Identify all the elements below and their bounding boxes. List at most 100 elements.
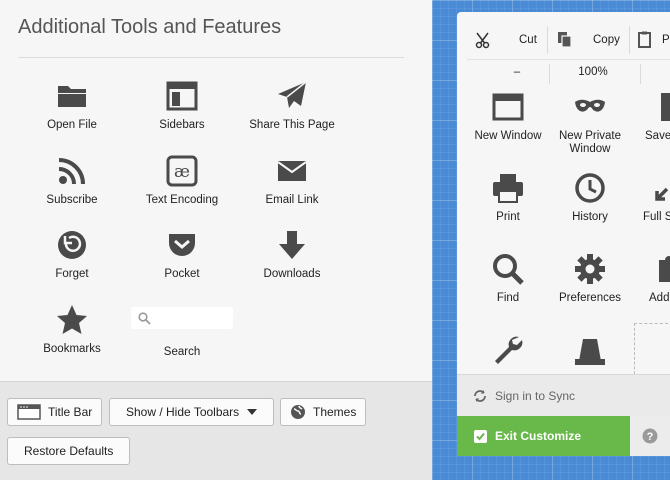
themes-label: Themes (313, 405, 357, 419)
download-arrow-icon (279, 231, 305, 259)
sync-icon (474, 389, 486, 402)
zoom-in-button[interactable]: + (665, 66, 670, 78)
zoom-out-button[interactable]: – (507, 66, 527, 78)
envelope-icon (277, 161, 307, 181)
paste-icon (638, 31, 651, 48)
mask-icon (575, 99, 605, 112)
tool-search[interactable]: Search (131, 307, 233, 358)
zoom-level[interactable]: 100% (573, 66, 613, 78)
customize-left-area: Additional Tools and Features Open File … (0, 0, 432, 480)
copy-label: Copy (593, 34, 620, 46)
panel-new-private-window[interactable]: New Private Window (549, 90, 631, 156)
panel-label: Preferences (558, 292, 621, 304)
sync-row[interactable]: Sign in to Sync (457, 374, 670, 416)
tool-label: Share This Page (249, 119, 335, 131)
tool-label: Sidebars (159, 119, 205, 131)
tool-downloads[interactable]: Downloads (237, 228, 347, 280)
cut-label: Cut (519, 34, 537, 46)
tool-pocket[interactable]: Pocket (127, 228, 237, 280)
tool-bookmarks[interactable]: Bookmarks (17, 303, 127, 355)
search-input[interactable] (155, 309, 229, 327)
dropdown-arrow-icon (247, 409, 258, 415)
tool-label: Downloads (263, 268, 321, 280)
empty-drop-slot (634, 323, 670, 379)
star-icon (57, 305, 87, 334)
panel-label: Find (496, 292, 520, 304)
title-bar-button[interactable]: Title Bar (7, 398, 103, 426)
palette-title: Additional Tools and Features (18, 16, 282, 38)
panel-full-screen[interactable]: Full S (631, 171, 670, 224)
forget-icon (58, 231, 86, 259)
globe-icon (291, 405, 305, 419)
copy-button[interactable]: Copy (557, 28, 620, 52)
tool-open-file[interactable]: Open File (17, 79, 127, 131)
paper-plane-icon (278, 81, 307, 108)
svg-text:æ: æ (174, 162, 190, 182)
hat-icon (575, 339, 605, 365)
tool-subscribe[interactable]: Subscribe (17, 154, 127, 206)
text-encoding-icon: æ (166, 155, 198, 187)
tools-palette: Additional Tools and Features Open File … (0, 0, 432, 381)
restore-defaults-button[interactable]: Restore Defaults (7, 437, 131, 465)
wrench-icon (495, 336, 523, 364)
printer-icon (493, 174, 523, 203)
help-button[interactable]: ? (630, 416, 670, 456)
title-bar-label: Title Bar (48, 405, 93, 419)
magnifier-icon (493, 254, 524, 285)
panel-label: Save (645, 130, 670, 142)
tool-label: Bookmarks (43, 343, 101, 355)
gear-icon (575, 254, 605, 284)
panel-label: New Private Window (559, 130, 621, 155)
search-box[interactable] (131, 307, 233, 329)
tool-label: Subscribe (46, 194, 98, 206)
panel-history[interactable]: History (549, 171, 631, 224)
tool-forget[interactable]: Forget (17, 228, 127, 280)
zoom-controls: – 100% + (467, 60, 670, 88)
window-icon (492, 93, 524, 121)
cut-button[interactable]: Cut (475, 28, 537, 52)
restore-defaults-label: Restore Defaults (24, 444, 114, 458)
exit-customize-button[interactable]: Exit Customize (457, 416, 630, 456)
exit-customize-label: Exit Customize (495, 429, 582, 443)
search-icon (138, 312, 151, 325)
panel-print[interactable]: Print (467, 171, 549, 224)
customize-footer: Title Bar Show / Hide Toolbars Themes Re… (0, 381, 432, 480)
tool-text-encoding[interactable]: æ Text Encoding (127, 154, 237, 206)
panel-new-window[interactable]: New Window (467, 90, 549, 143)
panel-label: Full S (643, 211, 670, 223)
edit-separator (547, 26, 548, 54)
show-hide-toolbars-label: Show / Hide Toolbars (126, 405, 240, 419)
clock-icon (575, 173, 605, 203)
panel-preferences[interactable]: Preferences (549, 252, 631, 305)
sync-label: Sign in to Sync (495, 388, 576, 403)
panel-save[interactable]: Save (631, 90, 670, 143)
tool-label: Pocket (164, 268, 200, 280)
save-icon (661, 93, 670, 121)
rss-icon (58, 158, 85, 185)
paste-label: P (662, 34, 670, 46)
tool-label: Open File (47, 119, 97, 131)
palette-divider (18, 57, 404, 58)
panel-label: History (572, 211, 608, 223)
zoom-separator (549, 64, 550, 84)
zoom-separator (640, 64, 641, 84)
panel-developer[interactable] (467, 333, 549, 373)
tool-email-link[interactable]: Email Link (237, 154, 347, 206)
panel-add-ons[interactable]: Add (631, 252, 670, 305)
tool-share-page[interactable]: Share This Page (237, 79, 347, 131)
show-hide-toolbars-button[interactable]: Show / Hide Toolbars (109, 398, 275, 426)
panel-label: Print (496, 211, 520, 223)
edit-controls: Cut Copy P (467, 20, 670, 60)
pocket-icon (169, 234, 195, 256)
scissors-icon (475, 32, 490, 49)
edit-separator (629, 26, 630, 54)
paste-button[interactable]: P (638, 28, 670, 52)
themes-button[interactable]: Themes (280, 398, 367, 426)
title-bar-icon (17, 404, 41, 420)
tool-label: Text Encoding (145, 194, 219, 206)
copy-icon (558, 32, 572, 48)
panel-hat[interactable] (549, 333, 631, 373)
tool-label: Search (163, 346, 201, 358)
panel-find[interactable]: Find (467, 252, 549, 305)
tool-sidebars[interactable]: Sidebars (127, 79, 237, 131)
